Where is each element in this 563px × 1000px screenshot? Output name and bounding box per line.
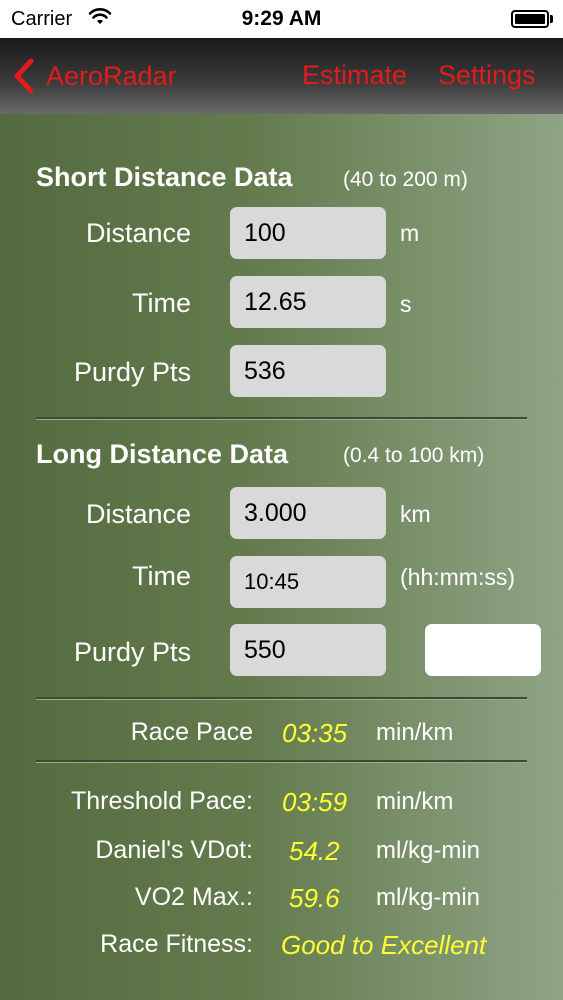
threshold-pace-value: 03:59	[282, 787, 348, 817]
status-time: 9:29 AM	[241, 7, 322, 30]
vdot-unit: ml/kg-min	[376, 837, 481, 864]
battery-tip	[550, 15, 553, 23]
estimate-button[interactable]: Estimate	[302, 60, 407, 91]
back-button-label: AeroRadar	[46, 60, 177, 91]
short-time-field[interactable]: 12.65	[230, 276, 386, 328]
threshold-pace-unit: min/km	[376, 788, 454, 815]
short-purdy-field[interactable]: 536	[230, 345, 386, 397]
battery-icon	[511, 10, 549, 28]
vo2max-label: VO2 Max.:	[134, 883, 253, 911]
race-pace-label: Race Pace	[130, 718, 253, 746]
race-pace-unit: min/km	[376, 719, 454, 746]
long-distance-label: Distance	[85, 499, 191, 529]
short-time-unit: s	[400, 291, 412, 317]
settings-button[interactable]: Settings	[438, 60, 536, 91]
short-time-label: Time	[132, 288, 191, 318]
vdot-value: 54.2	[289, 836, 340, 866]
section-divider	[36, 697, 527, 700]
short-distance-field[interactable]: 100	[230, 207, 386, 259]
short-distance-title: Short Distance Data	[36, 162, 293, 192]
back-button[interactable]: AeroRadar	[12, 54, 177, 98]
threshold-pace-label: Threshold Pace:	[70, 787, 253, 815]
chevron-left-icon	[14, 58, 34, 94]
long-distance-field[interactable]: 3.000	[230, 487, 386, 539]
nav-bar: AeroRadar Estimate Settings	[0, 38, 563, 114]
status-bar: Carrier 9:29 AM	[0, 0, 563, 38]
short-distance-unit: m	[400, 220, 420, 246]
section-divider	[36, 417, 527, 420]
blank-button[interactable]	[425, 624, 541, 676]
race-pace-value: 03:35	[282, 718, 348, 748]
long-distance-range: (0.4 to 100 km)	[343, 444, 485, 467]
short-purdy-label: Purdy Pts	[73, 357, 191, 387]
short-distance-label: Distance	[85, 218, 191, 248]
long-purdy-label: Purdy Pts	[73, 637, 191, 667]
long-distance-unit: km	[400, 501, 431, 527]
short-distance-range: (40 to 200 m)	[343, 168, 468, 191]
long-purdy-field[interactable]: 550	[230, 624, 386, 676]
long-time-label: Time	[132, 561, 191, 591]
vo2max-unit: ml/kg-min	[376, 884, 481, 911]
long-time-field[interactable]: 10:45	[230, 556, 386, 608]
vdot-label: Daniel's VDot:	[95, 836, 253, 864]
section-divider	[36, 760, 527, 763]
long-distance-title: Long Distance Data	[36, 439, 289, 469]
long-time-unit: (hh:mm:ss)	[400, 564, 515, 590]
race-fitness-label: Race Fitness:	[100, 930, 253, 958]
race-fitness-value: Good to Excellent	[281, 930, 487, 960]
vo2max-value: 59.6	[289, 883, 340, 913]
